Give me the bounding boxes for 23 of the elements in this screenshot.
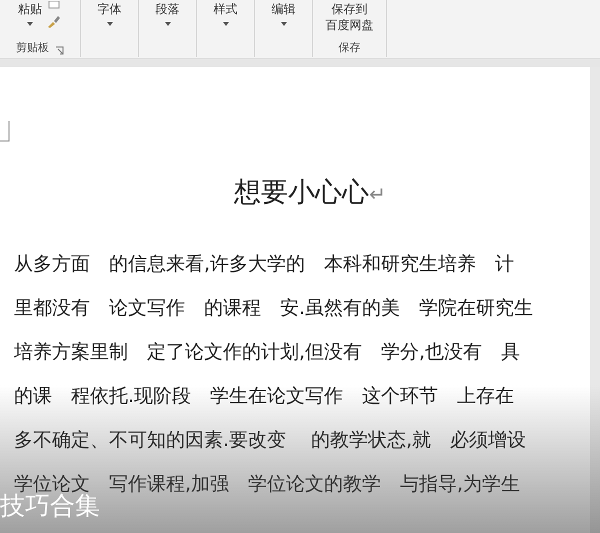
ribbon-button[interactable]: 样式 bbox=[214, 1, 238, 29]
caret-icon bbox=[164, 22, 170, 26]
body-text-line: 里都没有 论文写作 的课程 安.虽然有的美 学院在研究生 bbox=[14, 297, 534, 319]
caret-icon bbox=[27, 22, 33, 26]
caret-icon bbox=[106, 22, 112, 26]
ribbon-button[interactable]: 段落 bbox=[156, 1, 180, 29]
save-to-cloud-button[interactable]: 保存到 百度网盘 bbox=[326, 1, 374, 33]
caret-icon bbox=[280, 22, 286, 26]
caret-icon bbox=[222, 22, 228, 26]
group-label: 保存 bbox=[338, 40, 360, 55]
ribbon-button[interactable]: 字体 bbox=[98, 1, 122, 29]
scrollbar[interactable] bbox=[590, 67, 600, 533]
body-text-line: 的课 程依托.现阶段 学生在论文写作 这个环节 上存在 bbox=[14, 385, 514, 407]
group-label: 剪贴板 bbox=[16, 40, 49, 55]
paragraph-mark: ↵ bbox=[369, 182, 386, 206]
dialog-launcher-icon[interactable] bbox=[55, 46, 64, 55]
body-text-line: 从多方面 的信息来看,许多大学的 本科和研究生培养 计 bbox=[14, 253, 514, 275]
ribbon-button[interactable]: 编辑 bbox=[272, 1, 296, 29]
paste-button[interactable]: 粘贴 bbox=[18, 1, 42, 29]
body-text-line: 多不确定、不可知的因素.要改变 的教学状态,就 必须增设 bbox=[14, 429, 526, 451]
brush-icon bbox=[46, 13, 62, 29]
body-text-line: 培养方案里制 定了论文作的计划,但没有 学分,也没有 具 bbox=[14, 341, 520, 363]
document-title: 想要小心心 bbox=[234, 177, 370, 208]
